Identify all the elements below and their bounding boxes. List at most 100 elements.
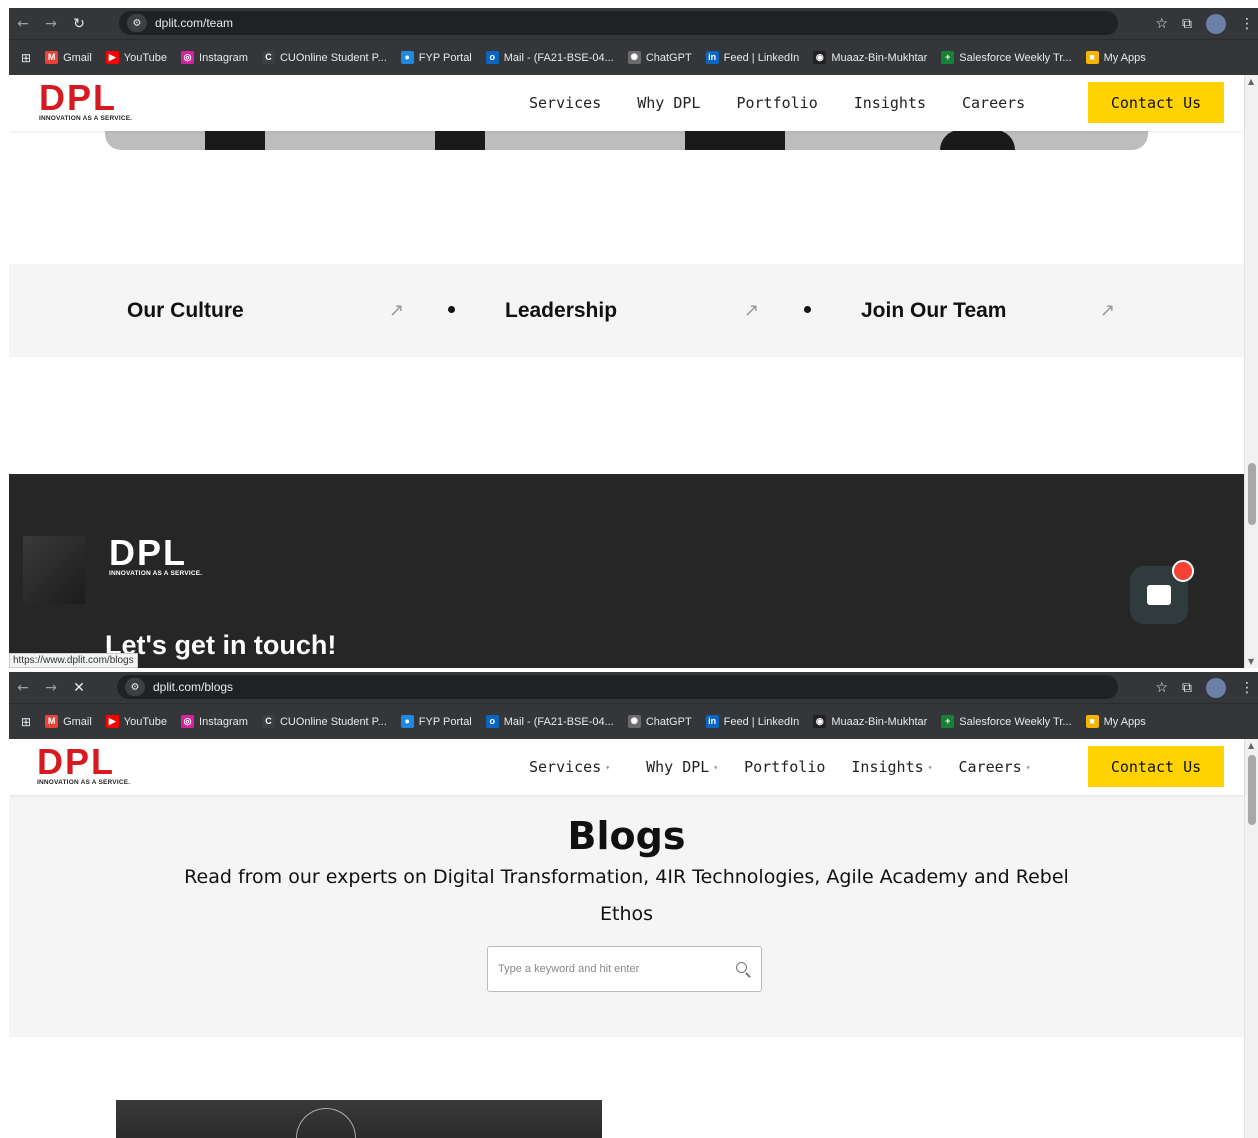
address-bar[interactable]: ⚙ dplit.com/team xyxy=(119,11,1118,35)
bookmark-fyp-portal[interactable]: ● FYP Portal xyxy=(400,51,472,64)
arrow-up-right-icon[interactable]: ↗ xyxy=(1100,300,1115,321)
dpl-logo[interactable]: DPL INNOVATION AS A SERVICE. xyxy=(37,744,157,789)
gmail-icon: M xyxy=(45,715,59,728)
profile-avatar[interactable] xyxy=(1206,677,1226,698)
extensions-icon[interactable]: ⧉ xyxy=(1182,16,1192,32)
bookmark-youtube[interactable]: ▶ YouTube xyxy=(105,51,167,64)
nav-careers[interactable]: Careers xyxy=(962,94,1025,112)
extensions-icon[interactable]: ⧉ xyxy=(1182,680,1192,696)
youtube-icon: ▶ xyxy=(105,715,119,728)
forward-icon[interactable]: → xyxy=(37,16,65,32)
bookmark-mail[interactable]: o Mail - (FA21-BSE-04... xyxy=(485,715,614,728)
chevron-down-icon: ▾ xyxy=(713,762,719,772)
nav-services[interactable]: Services ▾ xyxy=(529,758,610,776)
scroll-down-icon[interactable]: ▼ xyxy=(1248,657,1254,666)
bookmark-my-apps[interactable]: ■ My Apps xyxy=(1085,715,1146,728)
bookmark-gmail[interactable]: M Gmail xyxy=(45,51,92,64)
site-footer: DPL INNOVATION AS A SERVICE. Let's get i… xyxy=(9,474,1244,668)
scroll-up-icon[interactable]: ▲ xyxy=(1248,77,1254,86)
bookmark-mail[interactable]: o Mail - (FA21-BSE-04... xyxy=(485,51,614,64)
bookmark-linkedin[interactable]: in Feed | LinkedIn xyxy=(705,51,799,64)
site-settings-icon[interactable]: ⚙ xyxy=(125,678,145,696)
scroll-up-icon[interactable]: ▲ xyxy=(1248,741,1254,750)
nav-portfolio[interactable]: Portfolio xyxy=(736,94,817,112)
blog-card-image[interactable] xyxy=(116,1100,602,1138)
chevron-down-icon: ▾ xyxy=(605,762,611,772)
blog-search[interactable] xyxy=(487,946,762,992)
main-nav: Services ▾ Why DPL ▾ Portfolio Insights ▾ C… xyxy=(529,739,1067,795)
contact-us-button[interactable]: Contact Us xyxy=(1088,82,1224,123)
browser-window-team: ← → ↻ ⚙ dplit.com/team ☆ ⧉ ⋮ ⊞ M Gmail ▶ Y… xyxy=(9,8,1258,668)
nav-insights[interactable]: Insights ▾ xyxy=(851,758,932,776)
bookmark-youtube[interactable]: ▶ YouTube xyxy=(105,715,167,728)
chevron-down-icon: ▾ xyxy=(1025,762,1031,772)
bookmark-my-apps[interactable]: ■ My Apps xyxy=(1085,51,1146,64)
bookmark-instagram[interactable]: ◎ Instagram xyxy=(181,715,248,728)
nav-why-dpl[interactable]: Why DPL xyxy=(637,94,700,112)
reload-icon[interactable]: ↻ xyxy=(65,16,93,32)
link-join-our-team[interactable]: Join Our Team xyxy=(861,264,1006,357)
footer-dpl-logo[interactable]: DPL INNOVATION AS A SERVICE. xyxy=(109,535,202,578)
bookmark-github[interactable]: ◉ Muaaz-Bin-Mukhtar xyxy=(813,51,927,64)
link-leadership[interactable]: Leadership xyxy=(505,264,617,357)
menu-kebab-icon[interactable]: ⋮ xyxy=(1240,680,1254,696)
bookmark-salesforce[interactable]: + Salesforce Weekly Tr... xyxy=(941,51,1072,64)
site-header: DPL INNOVATION AS A SERVICE. Services ▾ W… xyxy=(9,739,1244,795)
bookmark-instagram[interactable]: ◎ Instagram xyxy=(181,51,248,64)
page-scrollbar[interactable]: ▲ xyxy=(1244,739,1258,1138)
nav-careers[interactable]: Careers ▾ xyxy=(958,758,1030,776)
scrollbar-thumb[interactable] xyxy=(1248,463,1256,525)
browser-toolbar: ← → ↻ ⚙ dplit.com/team ☆ ⧉ ⋮ xyxy=(9,8,1258,39)
my-apps-icon: ■ xyxy=(1085,51,1099,64)
nav-insights[interactable]: Insights xyxy=(854,94,926,112)
contact-us-button[interactable]: Contact Us xyxy=(1088,746,1224,787)
search-input[interactable] xyxy=(498,963,735,975)
site-header: DPL INNOVATION AS A SERVICE. Services Wh… xyxy=(9,75,1244,131)
bookmark-fyp-portal[interactable]: ● FYP Portal xyxy=(400,715,472,728)
link-our-culture[interactable]: Our Culture xyxy=(127,264,244,357)
bookmark-salesforce[interactable]: + Salesforce Weekly Tr... xyxy=(941,715,1072,728)
menu-kebab-icon[interactable]: ⋮ xyxy=(1240,16,1254,32)
bookmark-gmail[interactable]: M Gmail xyxy=(45,715,92,728)
apps-grid-icon[interactable]: ⊞ xyxy=(21,715,31,729)
arrow-up-right-icon[interactable]: ↗ xyxy=(744,300,759,321)
bookmark-star-icon[interactable]: ☆ xyxy=(1155,16,1168,32)
site-settings-icon[interactable]: ⚙ xyxy=(127,14,147,32)
apps-grid-icon[interactable]: ⊞ xyxy=(21,51,31,65)
nav-why-dpl[interactable]: Why DPL ▾ xyxy=(646,758,718,776)
bookmark-cuonline[interactable]: C CUOnline Student P... xyxy=(261,715,387,728)
search-icon[interactable] xyxy=(735,961,751,977)
bookmark-cuonline[interactable]: C CUOnline Student P... xyxy=(261,51,387,64)
profile-avatar[interactable] xyxy=(1206,13,1226,34)
photo-figure xyxy=(435,130,485,150)
bookmark-chatgpt[interactable]: ✺ ChatGPT xyxy=(627,51,692,64)
bookmark-linkedin[interactable]: in Feed | LinkedIn xyxy=(705,715,799,728)
scrollbar-thumb[interactable] xyxy=(1248,755,1256,825)
chatgpt-icon: ✺ xyxy=(627,51,641,64)
forward-icon[interactable]: → xyxy=(37,680,65,696)
careers-link-band: Our Culture ↗ Leadership ↗ Join Our Team… xyxy=(9,264,1244,357)
stop-loading-icon[interactable]: ✕ xyxy=(65,680,93,696)
address-url: dplit.com/team xyxy=(155,16,234,30)
nav-services[interactable]: Services xyxy=(529,94,601,112)
arrow-up-right-icon[interactable]: ↗ xyxy=(389,300,404,321)
address-bar[interactable]: ⚙ dplit.com/blogs xyxy=(117,675,1118,699)
bookmark-star-icon[interactable]: ☆ xyxy=(1155,680,1168,696)
bookmark-chatgpt[interactable]: ✺ ChatGPT xyxy=(627,715,692,728)
bookmark-github[interactable]: ◉ Muaaz-Bin-Mukhtar xyxy=(813,715,927,728)
dpl-logo[interactable]: DPL INNOVATION AS A SERVICE. xyxy=(39,80,159,125)
chalk-doodle xyxy=(296,1108,356,1138)
chat-widget-button[interactable] xyxy=(1130,560,1194,624)
bookmarks-bar: ⊞ M Gmail ▶ YouTube ◎ Instagram C CUOnline S… xyxy=(9,39,1258,75)
cuonline-icon: C xyxy=(261,51,275,64)
back-icon[interactable]: ← xyxy=(9,16,37,32)
salesforce-icon: + xyxy=(941,715,955,728)
page-scrollbar[interactable]: ▲ ▼ xyxy=(1244,75,1258,668)
salesforce-icon: + xyxy=(941,51,955,64)
blogs-hero: Blogs Read from our experts on Digital T… xyxy=(9,795,1244,1037)
back-icon[interactable]: ← xyxy=(9,680,37,696)
linkedin-icon: in xyxy=(705,715,719,728)
youtube-icon: ▶ xyxy=(105,51,119,64)
chatgpt-icon: ✺ xyxy=(627,715,641,728)
nav-portfolio[interactable]: Portfolio xyxy=(744,758,825,776)
